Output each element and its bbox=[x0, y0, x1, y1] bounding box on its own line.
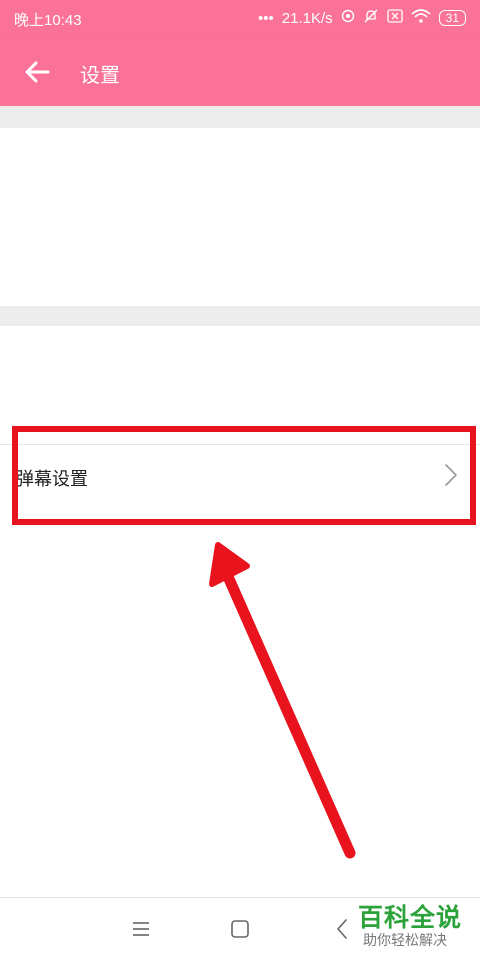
danmaku-settings-label: 弹幕设置 bbox=[16, 469, 88, 489]
settings-group-top bbox=[0, 128, 480, 306]
back-button[interactable] bbox=[22, 57, 52, 87]
home-button[interactable] bbox=[225, 914, 255, 944]
danmaku-settings-row[interactable]: 弹幕设置 bbox=[0, 444, 480, 505]
status-indicators: ••• 21.1K/s 31 bbox=[258, 8, 466, 28]
menu-icon bbox=[133, 922, 149, 936]
menu-button[interactable] bbox=[126, 914, 156, 944]
network-speed: 21.1K/s bbox=[281, 9, 333, 27]
app-bar: 设置 bbox=[0, 36, 480, 106]
status-bar: 晚上10:43 ••• 21.1K/s 31 bbox=[0, 0, 480, 36]
watermark-title: 百科全说 bbox=[358, 904, 463, 932]
section-divider bbox=[0, 106, 480, 128]
wifi-icon bbox=[411, 9, 431, 27]
section-divider bbox=[0, 306, 480, 326]
more-dots-icon: ••• bbox=[258, 9, 274, 27]
sim-off-icon bbox=[386, 9, 403, 27]
home-square-icon bbox=[231, 920, 249, 938]
status-time: 晚上10:43 bbox=[14, 12, 82, 29]
back-arrow-icon bbox=[25, 61, 50, 83]
chevron-right-icon bbox=[445, 464, 457, 486]
back-chevron-icon bbox=[337, 919, 347, 939]
settings-group-middle bbox=[0, 326, 480, 444]
watermark-subtitle: 助你轻松解决 bbox=[363, 932, 447, 948]
mute-bell-icon bbox=[363, 8, 379, 28]
page-title: 设置 bbox=[80, 65, 120, 87]
back-nav-button[interactable] bbox=[328, 914, 358, 944]
battery-icon: 31 bbox=[438, 10, 466, 26]
hotspot-icon bbox=[341, 9, 355, 27]
